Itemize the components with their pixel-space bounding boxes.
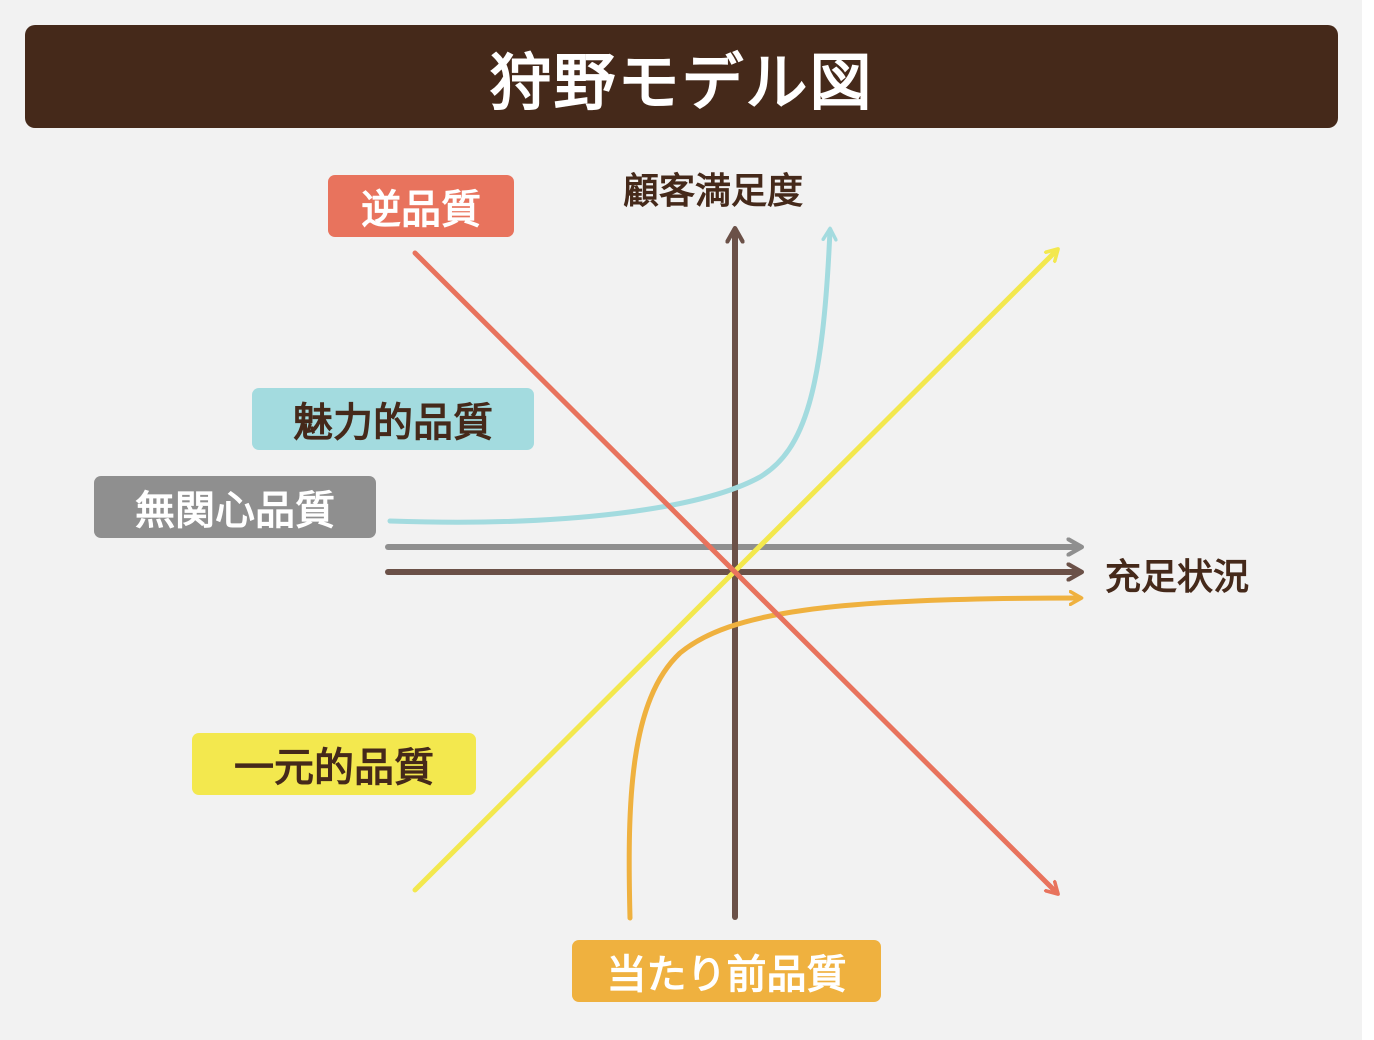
y-axis-label: 顧客満足度 (623, 171, 804, 212)
indifferent-quality-label: 無関心品質 (94, 476, 376, 538)
attractive-quality-curve (387, 230, 830, 525)
attractive-quality-label: 魅力的品質 (252, 388, 534, 450)
reverse-quality-label: 逆品質 (328, 175, 514, 237)
one-dimensional-quality-label: 一元的品質 (192, 733, 476, 795)
must-be-quality-label: 当たり前品質 (572, 940, 881, 1002)
x-axis-label: 充足状況 (1105, 557, 1250, 598)
must-be-quality-curve (626, 598, 1080, 921)
diagram-canvas: 狩野モデル図 顧客満足度 充足状況 逆品質 魅力的品質 無関心品質 一元的品質 … (0, 0, 1362, 1040)
